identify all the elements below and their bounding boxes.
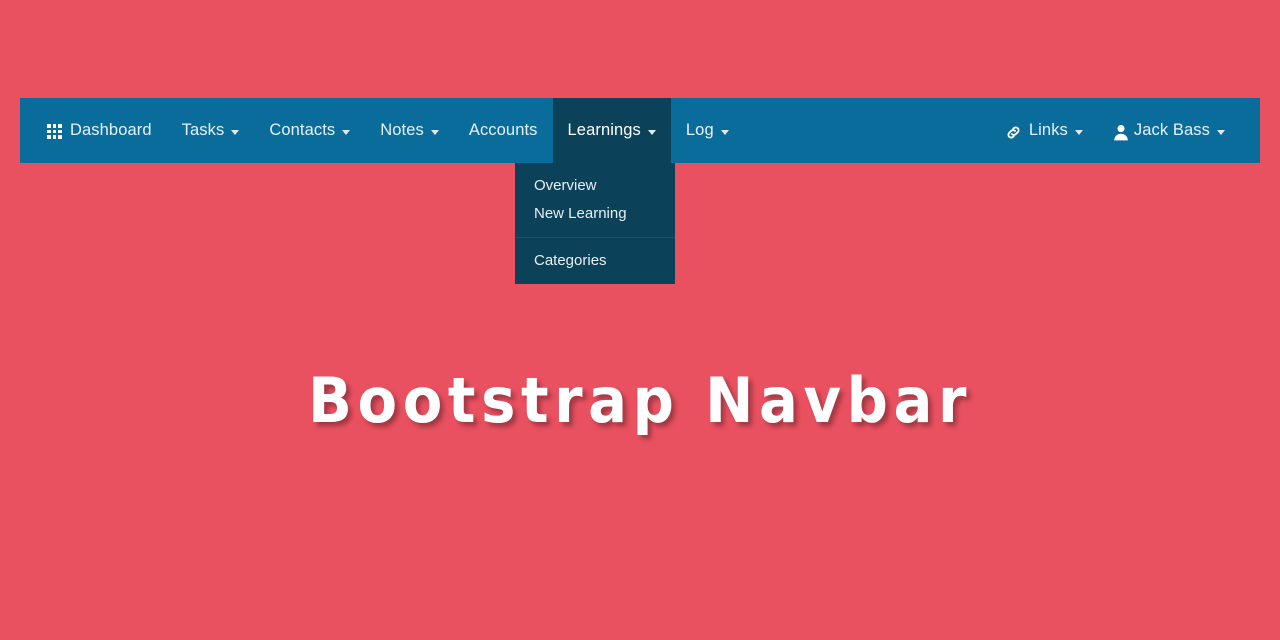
chevron-down-icon xyxy=(1074,130,1083,135)
chevron-down-icon xyxy=(231,130,240,135)
chevron-down-icon xyxy=(1217,130,1225,135)
nav-item-dashboard[interactable]: Dashboard xyxy=(32,98,167,163)
dropdown-item-overview[interactable]: Overview xyxy=(515,172,675,200)
chevron-down-icon xyxy=(342,130,351,135)
nav-item-contacts[interactable]: Contacts xyxy=(254,98,365,163)
nav-item-log[interactable]: Log xyxy=(671,98,744,163)
navbar-right-group: Links Jack Bass xyxy=(990,98,1240,163)
nav-item-notes[interactable]: Notes xyxy=(365,98,454,163)
chevron-down-icon xyxy=(430,130,439,135)
nav-item-label: Learnings xyxy=(567,121,641,140)
learnings-dropdown-menu: Overview New Learning Categories xyxy=(515,163,675,284)
nav-item-label: Notes xyxy=(380,121,424,140)
nav-item-label: Jack Bass xyxy=(1133,121,1210,140)
nav-item-user-menu[interactable]: Jack Bass xyxy=(1098,98,1240,163)
chevron-down-icon xyxy=(647,130,656,135)
nav-item-label: Contacts xyxy=(269,121,336,140)
nav-item-label: Tasks xyxy=(181,121,225,140)
nav-item-accounts[interactable]: Accounts xyxy=(454,98,553,163)
nav-item-label: Accounts xyxy=(468,121,538,140)
page-root: Dashboard Tasks Contacts Notes Accounts … xyxy=(0,0,1280,640)
link-icon xyxy=(1005,124,1022,141)
dropdown-item-categories[interactable]: Categories xyxy=(515,247,675,275)
nav-item-label: Log xyxy=(685,121,714,140)
grid-icon xyxy=(47,124,62,139)
nav-item-learnings[interactable]: Learnings xyxy=(552,98,671,163)
chevron-down-icon xyxy=(720,130,729,135)
nav-item-label: Dashboard xyxy=(70,121,152,140)
nav-item-label: Links xyxy=(1028,121,1068,140)
navbar: Dashboard Tasks Contacts Notes Accounts … xyxy=(20,98,1260,163)
dropdown-item-new-learning[interactable]: New Learning xyxy=(515,200,675,228)
nav-item-links[interactable]: Links xyxy=(990,98,1098,163)
nav-item-tasks[interactable]: Tasks xyxy=(167,98,255,163)
user-icon xyxy=(1113,124,1129,141)
navbar-left-group: Dashboard Tasks Contacts Notes Accounts … xyxy=(32,98,744,163)
dropdown-divider xyxy=(515,237,675,238)
page-title: Bootstrap Navbar xyxy=(308,364,972,437)
